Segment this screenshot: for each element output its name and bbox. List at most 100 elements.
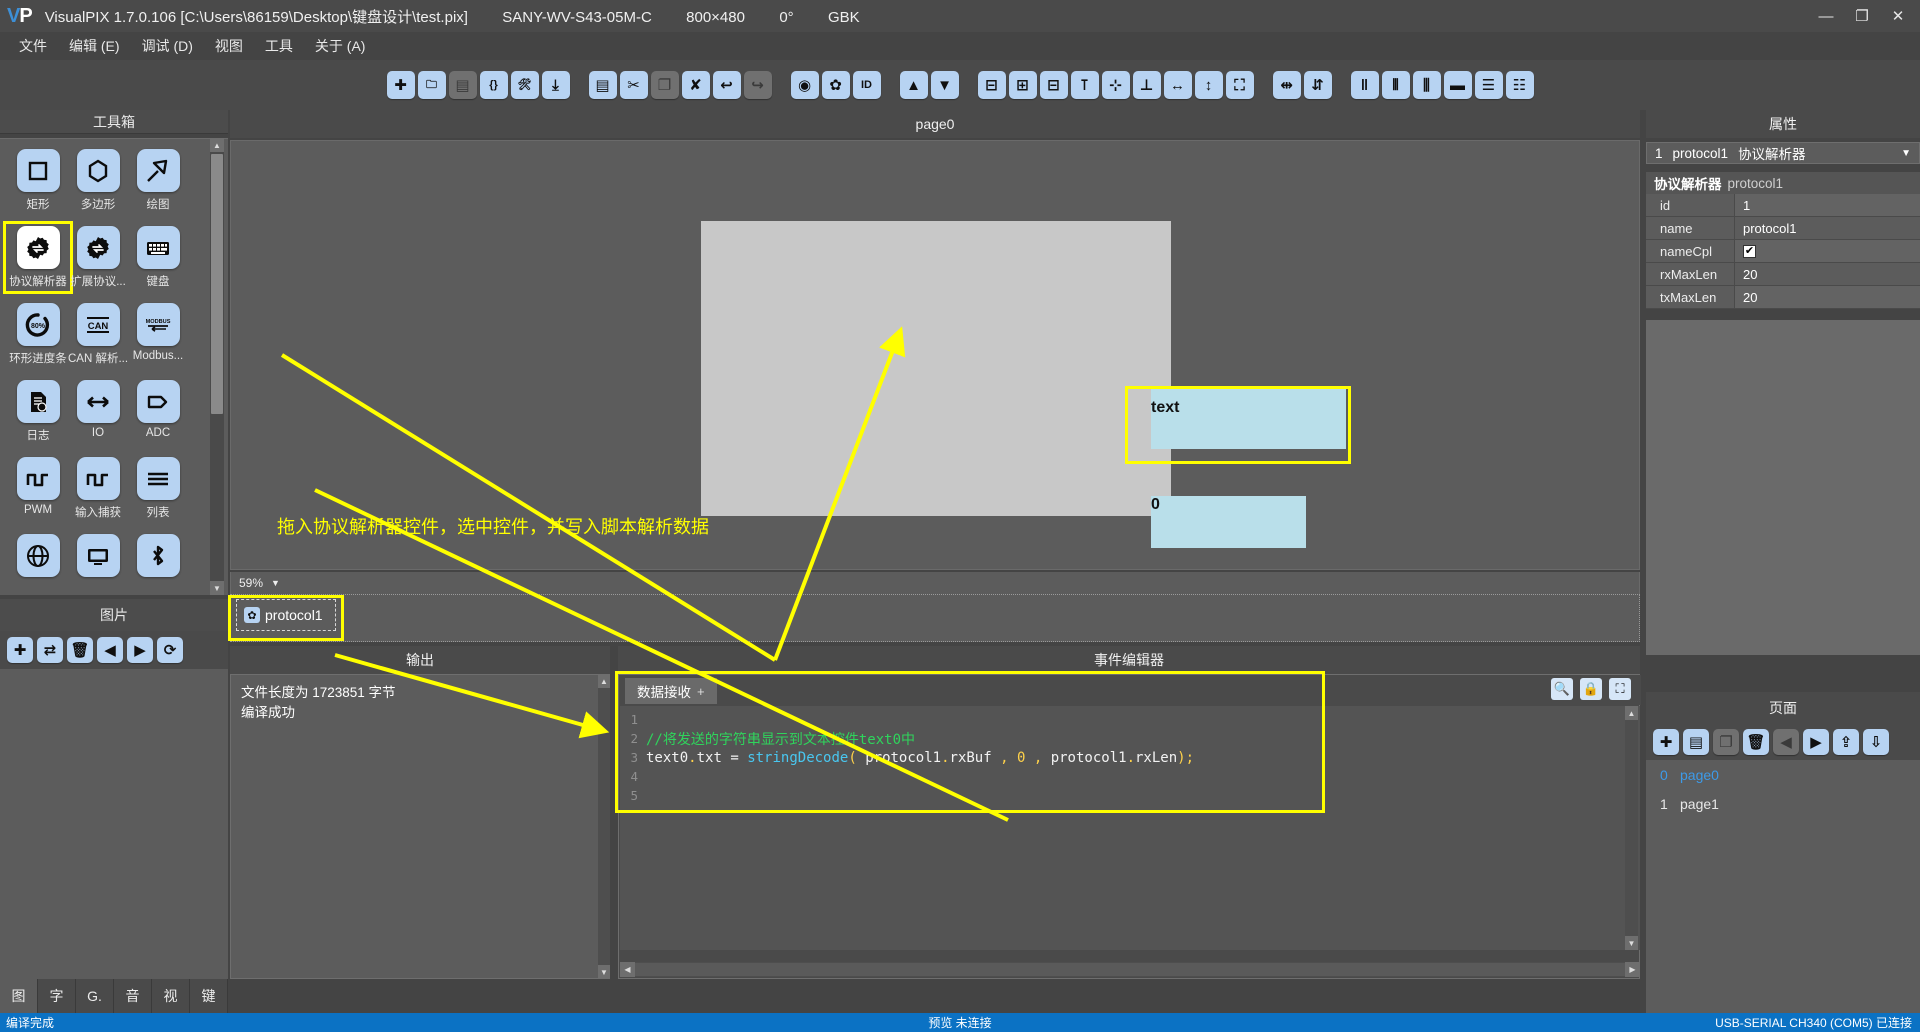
lock-icon[interactable]: 🔒	[1580, 678, 1602, 700]
scroll-thumb[interactable]	[211, 154, 223, 414]
output-scrollbar[interactable]: ▲ ▼	[598, 674, 610, 979]
toolbox-item-globe-icon[interactable]	[8, 534, 68, 581]
zoom-level[interactable]: 59%	[239, 576, 263, 590]
copy-page-icon[interactable]: ▤	[588, 71, 617, 99]
settings-gear-icon[interactable]: ✿	[821, 71, 850, 99]
menu-edit[interactable]: 编辑 (E)	[58, 33, 131, 59]
toolbox-item-键盘[interactable]: 键盘	[128, 226, 188, 289]
property-value[interactable]: 20	[1734, 263, 1920, 285]
number-widget[interactable]	[1151, 496, 1306, 548]
center-vertical-icon[interactable]: ⇵	[1303, 71, 1332, 99]
menu-debug[interactable]: 调试 (D)	[131, 33, 204, 59]
list-indent-icon[interactable]: ☷	[1505, 71, 1534, 99]
tab-key[interactable]: 键	[190, 979, 228, 1013]
align-right-icon[interactable]: ⊥	[1132, 71, 1161, 99]
device-screen[interactable]	[701, 221, 1171, 516]
property-value[interactable]: 20	[1734, 286, 1920, 308]
scroll-up-icon[interactable]: ▲	[210, 138, 224, 152]
menu-view[interactable]: 视图	[204, 33, 254, 59]
center-horizontal-icon[interactable]: ⇹	[1272, 71, 1301, 99]
preview-eye-icon[interactable]: ◉	[790, 71, 819, 99]
same-size-icon[interactable]: ⛶	[1225, 71, 1254, 99]
restore-button[interactable]: ❐	[1844, 1, 1880, 31]
copy-page-icon[interactable]: ▤	[1683, 729, 1709, 755]
minimize-button[interactable]: —	[1808, 1, 1844, 31]
delete-image-icon[interactable]: 🗑	[67, 637, 93, 663]
toolbox-item-矩形[interactable]: 矩形	[8, 149, 68, 212]
tab-video[interactable]: 视	[152, 979, 190, 1013]
toolbox-item-ADC[interactable]: ADC	[128, 380, 188, 443]
toolbox-item-PWM[interactable]: PWM	[8, 457, 68, 520]
scroll-down-icon[interactable]: ▼	[598, 965, 610, 979]
distribute-h-icon[interactable]: ‖	[1350, 71, 1379, 99]
property-value[interactable]: 1	[1734, 194, 1920, 216]
toolbox-item-多边形[interactable]: 多边形	[68, 149, 128, 212]
delete-page-icon[interactable]: 🗑	[1743, 729, 1769, 755]
delete-icon[interactable]: ✘	[681, 71, 710, 99]
open-folder-icon[interactable]: 🗀	[417, 71, 446, 99]
undo-icon[interactable]: ↩	[712, 71, 741, 99]
property-value[interactable]: ✔	[1734, 240, 1920, 262]
gap-remove-icon[interactable]: ▬	[1443, 71, 1472, 99]
menu-about[interactable]: 关于 (A)	[304, 33, 377, 59]
code-vertical-scrollbar[interactable]: ▲ ▼	[1625, 706, 1638, 950]
checkbox-icon[interactable]: ✔	[1743, 244, 1756, 258]
toolbox-item-Modbus...[interactable]: MODBUS Modbus...	[128, 303, 188, 366]
menu-tools[interactable]: 工具	[254, 33, 304, 59]
align-left-icon[interactable]: ⊺	[1070, 71, 1099, 99]
chevron-down-icon[interactable]: ▼	[271, 578, 280, 588]
toolbox-item-输入捕获[interactable]: 输入捕获	[68, 457, 128, 520]
next-image-icon[interactable]: ▶	[127, 637, 153, 663]
move-up-icon[interactable]: ▲	[899, 71, 928, 99]
search-icon[interactable]: 🔍	[1551, 678, 1573, 700]
scroll-left-icon[interactable]: ◀	[620, 962, 635, 977]
chevron-down-icon[interactable]: ▼	[1901, 148, 1911, 159]
scroll-track[interactable]	[635, 963, 1625, 976]
refresh-image-icon[interactable]: ⟳	[157, 637, 183, 663]
toolbox-item-扩展协议...[interactable]: 扩展协议...	[68, 226, 128, 289]
next-page-icon[interactable]: ▶	[1803, 729, 1829, 755]
scroll-up-icon[interactable]: ▲	[598, 674, 610, 688]
new-file-icon[interactable]: ✚	[386, 71, 415, 99]
toolbox-item-screen-icon[interactable]	[68, 534, 128, 581]
page-list-item-page0[interactable]: 0 page0	[1646, 760, 1920, 789]
spacing-v-icon[interactable]: ⫼	[1412, 71, 1441, 99]
list-order-icon[interactable]: ☰	[1474, 71, 1503, 99]
toolbox-item-列表[interactable]: 列表	[128, 457, 188, 520]
tab-image[interactable]: 图	[0, 979, 38, 1013]
prev-image-icon[interactable]: ◀	[97, 637, 123, 663]
add-page-icon[interactable]: ✚	[1653, 729, 1679, 755]
property-value[interactable]: protocol1	[1734, 217, 1920, 239]
braces-icon[interactable]: {}	[479, 71, 508, 99]
add-image-icon[interactable]: ✚	[7, 637, 33, 663]
tab-audio[interactable]: 音	[114, 979, 152, 1013]
build-tools-icon[interactable]: 🛠	[510, 71, 539, 99]
tab-font[interactable]: 字	[38, 979, 76, 1013]
design-canvas[interactable]: text 0	[230, 140, 1640, 570]
align-middle-icon[interactable]: ⊞	[1008, 71, 1037, 99]
scroll-right-icon[interactable]: ▶	[1625, 962, 1640, 977]
toolbox-scrollbar[interactable]: ▲ ▼	[210, 138, 224, 595]
page-list-item-page1[interactable]: 1 page1	[1646, 789, 1920, 818]
tab-gif[interactable]: G.	[76, 979, 114, 1013]
spacing-h-icon[interactable]: ⫴	[1381, 71, 1410, 99]
same-height-icon[interactable]: ↕	[1194, 71, 1223, 99]
toolbox-item-IO[interactable]: IO	[68, 380, 128, 443]
code-horizontal-scrollbar[interactable]: ◀ ▶	[620, 962, 1640, 977]
toolbox-item-环形进度条[interactable]: 80% 环形进度条	[8, 303, 68, 366]
cut-icon[interactable]: ✂	[619, 71, 648, 99]
export-page-icon[interactable]: ⇩	[1863, 729, 1889, 755]
toolbox-item-bluetooth-icon[interactable]	[128, 534, 188, 581]
replace-image-icon[interactable]: ⇄	[37, 637, 63, 663]
align-top-icon[interactable]: ⊟	[977, 71, 1006, 99]
align-center-icon[interactable]: ⊹	[1101, 71, 1130, 99]
scroll-down-icon[interactable]: ▼	[1625, 936, 1638, 950]
id-icon[interactable]: ID	[852, 71, 881, 99]
same-width-icon[interactable]: ↔	[1163, 71, 1192, 99]
import-page-icon[interactable]: ⇪	[1833, 729, 1859, 755]
download-icon[interactable]: ⤓	[541, 71, 570, 99]
move-down-icon[interactable]: ▼	[930, 71, 959, 99]
toolbox-item-日志[interactable]: 日志	[8, 380, 68, 443]
properties-object-selector[interactable]: 1 protocol1 协议解析器 ▼	[1646, 142, 1920, 164]
fullscreen-icon[interactable]: ⛶	[1609, 678, 1631, 700]
